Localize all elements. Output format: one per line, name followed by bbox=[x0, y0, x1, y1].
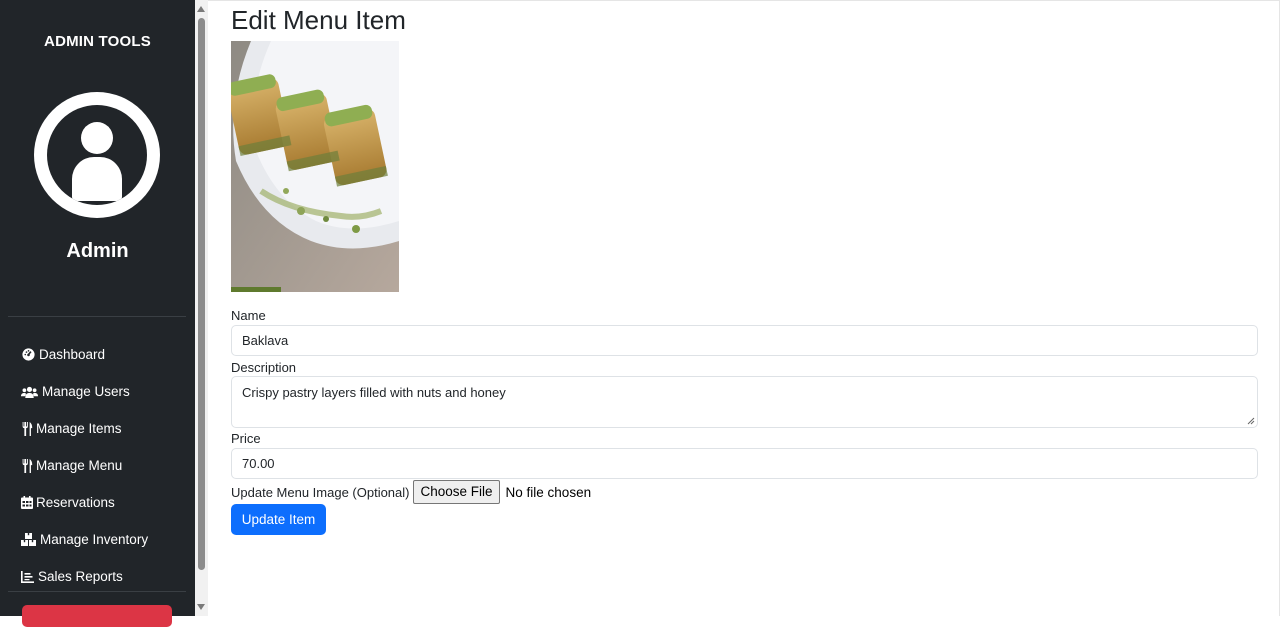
scroll-up-arrow-icon[interactable] bbox=[197, 6, 205, 12]
sidebar-item-manage-items[interactable]: Manage Items bbox=[0, 410, 195, 447]
sidebar-brand: ADMIN TOOLS bbox=[44, 33, 151, 50]
boxes-icon bbox=[21, 533, 36, 547]
calendar-icon bbox=[21, 496, 33, 510]
user-icon bbox=[47, 105, 147, 205]
sidebar-item-dashboard[interactable]: Dashboard bbox=[0, 336, 195, 373]
sidebar-item-manage-users[interactable]: Manage Users bbox=[0, 373, 195, 410]
sidebar-item-label: Dashboard bbox=[39, 347, 106, 362]
name-field[interactable]: Baklava bbox=[231, 325, 1258, 356]
admin-name: Admin bbox=[66, 240, 129, 262]
sidebar-nav: Dashboard Manage Users Manage Items Mana… bbox=[0, 336, 195, 595]
description-field[interactable]: Crispy pastry layers filled with nuts an… bbox=[231, 376, 1258, 428]
sidebar: ADMIN TOOLS Admin Dashboard Manage Users… bbox=[0, 0, 195, 627]
dashboard-icon bbox=[21, 348, 35, 362]
sidebar-item-manage-menu[interactable]: Manage Menu bbox=[0, 447, 195, 484]
sidebar-divider bbox=[8, 591, 186, 592]
sidebar-item-manage-inventory[interactable]: Manage Inventory bbox=[0, 521, 195, 558]
description-label: Description bbox=[231, 360, 297, 375]
utensils-icon bbox=[21, 421, 33, 436]
avatar bbox=[34, 92, 160, 218]
sidebar-scrollbar[interactable] bbox=[195, 0, 208, 616]
resize-handle-icon[interactable] bbox=[1247, 417, 1255, 425]
users-icon bbox=[21, 385, 38, 399]
scroll-down-arrow-icon[interactable] bbox=[197, 604, 205, 610]
scroll-thumb[interactable] bbox=[198, 18, 205, 570]
sidebar-item-label: Manage Users bbox=[42, 384, 130, 399]
name-label: Name bbox=[231, 308, 266, 323]
page-title: Edit Menu Item bbox=[231, 5, 406, 35]
choose-file-button[interactable]: Choose File bbox=[413, 480, 500, 504]
sidebar-item-label: Sales Reports bbox=[38, 569, 123, 584]
sidebar-item-label: Reservations bbox=[36, 495, 115, 510]
utensils-icon bbox=[21, 458, 33, 473]
sidebar-item-label: Manage Items bbox=[36, 421, 122, 436]
sidebar-item-reservations[interactable]: Reservations bbox=[0, 484, 195, 521]
sidebar-item-label: Manage Inventory bbox=[40, 532, 149, 547]
chart-icon bbox=[21, 570, 34, 584]
sidebar-item-sales-reports[interactable]: Sales Reports bbox=[0, 558, 195, 595]
image-upload-row: Update Menu Image (Optional) Choose File… bbox=[231, 480, 591, 504]
logout-button[interactable] bbox=[22, 605, 172, 627]
image-upload-label: Update Menu Image (Optional) bbox=[231, 484, 410, 500]
price-field[interactable]: 70.00 bbox=[231, 448, 1258, 479]
file-status: No file chosen bbox=[505, 484, 592, 500]
main-content: Edit Menu Item Name Baklava Description … bbox=[208, 0, 1280, 616]
update-item-button[interactable]: Update Item bbox=[231, 504, 326, 535]
sidebar-item-label: Manage Menu bbox=[36, 458, 123, 473]
price-label: Price bbox=[231, 431, 261, 446]
menu-item-image bbox=[231, 41, 399, 292]
sidebar-divider bbox=[8, 316, 186, 317]
description-text: Crispy pastry layers filled with nuts an… bbox=[242, 385, 506, 400]
